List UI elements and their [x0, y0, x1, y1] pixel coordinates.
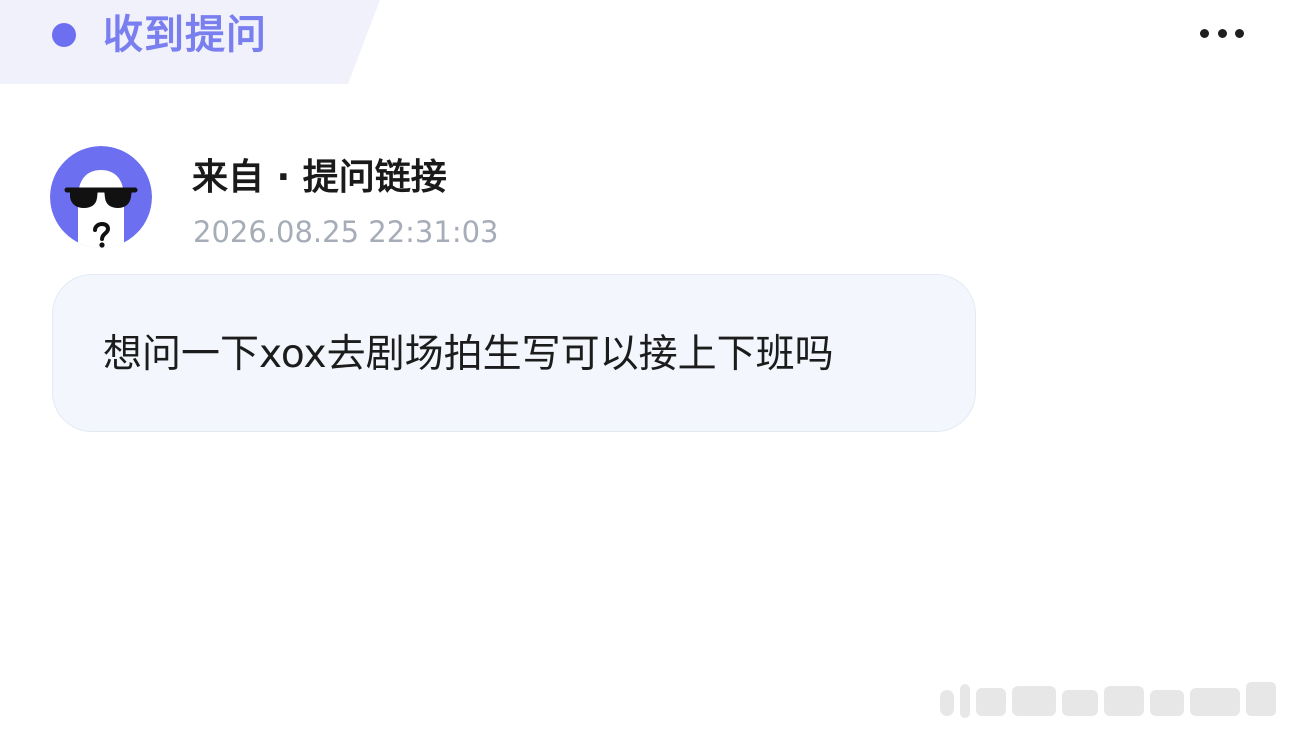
- header-dot-icon: [52, 23, 76, 47]
- page-title: 收到提问: [103, 12, 267, 58]
- more-dot-icon: [1217, 28, 1227, 38]
- sender-label: 来自 · 提问链接: [192, 157, 447, 198]
- question-text: 想问一下xox去剧场拍生写可以接上下班吗: [103, 332, 834, 377]
- question-bubble: 想问一下xox去剧场拍生写可以接上下班吗: [52, 274, 976, 432]
- header-tab: 收到提问: [0, 0, 380, 84]
- watermark-logo-icon: [940, 682, 1276, 718]
- anonymous-avatar-icon: [50, 146, 152, 248]
- timestamp: 2026.08.25 22:31:03: [193, 215, 499, 249]
- more-dot-icon: [1200, 28, 1209, 38]
- more-dot-icon: [1235, 28, 1244, 38]
- question-card: 收到提问 来自 · 提问链接 2026.08.25 22:31:03 想问一下x…: [0, 0, 1300, 731]
- more-options-button[interactable]: [1196, 18, 1248, 48]
